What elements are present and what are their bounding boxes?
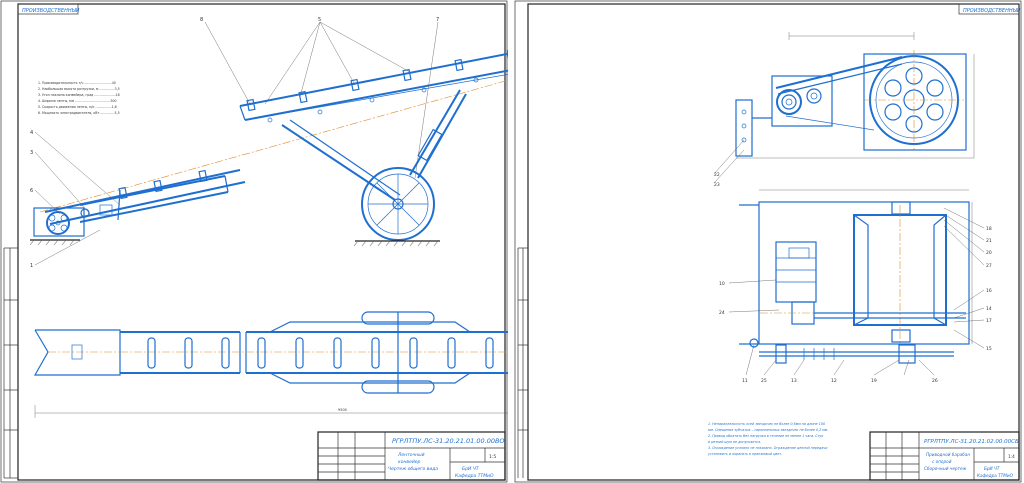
left-border-strips xyxy=(3,247,18,479)
note-line: 2. Привод обкатать без нагрузки в течени… xyxy=(708,434,823,438)
drawing-sheet-drive-drum: ПРОИЗВОДСТВЕННЫЙ 22 23 18 21 20 27 16 14… xyxy=(514,0,1022,483)
corner-stamp: ПРОИЗВОДСТВЕННЫЙ xyxy=(963,7,1021,14)
organization-line-1: БрИ ЧТ xyxy=(984,466,1000,471)
drawing-designation: РГРЛТПУ.ЛС-31.20.21.01.00.00ВО xyxy=(392,437,505,445)
technical-notes: 1. Производительность т/ч ..............… xyxy=(38,81,120,115)
callout-label: 18 xyxy=(986,226,992,232)
callout-label: 4 xyxy=(30,130,33,136)
note-line: 3. Угол наклона конвейера, град ........… xyxy=(38,93,120,97)
left-border-strips xyxy=(517,247,528,478)
callout-label: 17 xyxy=(986,318,992,324)
callout-label: 12 xyxy=(831,378,837,384)
note-line: установить и окрасить в oранжевый цвет. xyxy=(707,452,782,456)
corner-stamp: ПРОИЗВОДСТВЕННЫЙ xyxy=(22,7,80,14)
note-line: 2. Наибольшая высота разгрузки, м ......… xyxy=(38,87,120,91)
note-line: 4. Ширина ленты, мм ....................… xyxy=(38,99,117,103)
callout-label: 15 xyxy=(986,346,992,352)
sheet-scale: 1:5 xyxy=(489,454,496,460)
note-line: мм. Смещение зубчатых – параллельных зве… xyxy=(708,428,828,432)
note-line: 1. Производительность т/ч ..............… xyxy=(38,81,116,85)
organization-line-2: Кафедра ТТМиО xyxy=(977,473,1014,478)
title-line-3: Чертеж общего вида xyxy=(388,466,438,472)
callout-label: 22 xyxy=(714,172,720,178)
callout-label: 13 xyxy=(791,378,797,384)
general-view-canvas: ПРОИЗВОДСТВЕННЫЙ 1. Производительность т… xyxy=(0,0,508,483)
drive-drum-canvas: ПРОИЗВОДСТВЕННЫЙ 22 23 18 21 20 27 16 14… xyxy=(514,0,1022,483)
callout-label: 8 xyxy=(200,17,203,23)
organization-line-1: БрИ ЧТ xyxy=(462,466,480,472)
note-line: 6. Мощность электродвигателя, кВт ......… xyxy=(38,111,120,115)
title-line-1: Приводной барабан xyxy=(926,452,970,457)
title-line-3: Сборочный чертеж xyxy=(924,466,967,471)
side-view-conveyor xyxy=(29,21,508,266)
callout-label: 25 xyxy=(761,378,767,384)
overall-length-dimension: 9500 xyxy=(338,408,347,412)
drawing-sheet-general-view: ПРОИЗВОДСТВЕННЫЙ 1. Производительность т… xyxy=(0,0,508,483)
callout-label: 24 xyxy=(719,310,725,316)
callout-label: 20 xyxy=(986,250,992,256)
callout-label: 1 xyxy=(30,263,33,269)
drawing-designation: РГРЛТПУ.ЛС-31.20.21.02.00.00СБ xyxy=(924,439,1019,445)
callout-label: 19 xyxy=(871,378,877,384)
callout-label: 21 xyxy=(986,238,992,244)
callout-label: 14 xyxy=(986,306,992,312)
callout-label: 27 xyxy=(986,263,992,269)
callout-label: 23 xyxy=(714,182,720,188)
technical-notes: 1. Непараллельность осей звездочек не бо… xyxy=(707,422,828,456)
callout-label: 16 xyxy=(986,288,992,294)
note-line: и резкий шум не допускается. xyxy=(708,440,761,444)
callout-label: 5 xyxy=(318,17,321,23)
note-line: 5. Скорость движения ленты, м/с ........… xyxy=(38,105,117,109)
callout-label: 6 xyxy=(30,188,33,194)
callout-label: 7 xyxy=(436,17,439,23)
sheet-scale: 1:4 xyxy=(1008,454,1015,459)
plan-view-conveyor xyxy=(33,311,508,418)
callout-label: 3 xyxy=(30,150,33,156)
section-view xyxy=(728,189,985,376)
organization-line-2: Кафедра ТТМиО xyxy=(455,473,494,479)
note-line: 3. Ограждение условно не показано. Ограж… xyxy=(708,446,828,450)
title-line-2: конвейер xyxy=(398,459,421,465)
callout-label: 10 xyxy=(719,281,725,287)
title-line-2: с опорой xyxy=(932,459,952,464)
callout-label: 26 xyxy=(932,378,938,384)
title-line-1: Ленточный xyxy=(397,452,425,458)
note-line: 1. Непараллельность осей звездочек не бо… xyxy=(708,422,825,426)
inner-frame xyxy=(17,3,506,481)
callout-label: 11 xyxy=(742,378,748,384)
chain-drive-view xyxy=(713,32,975,184)
